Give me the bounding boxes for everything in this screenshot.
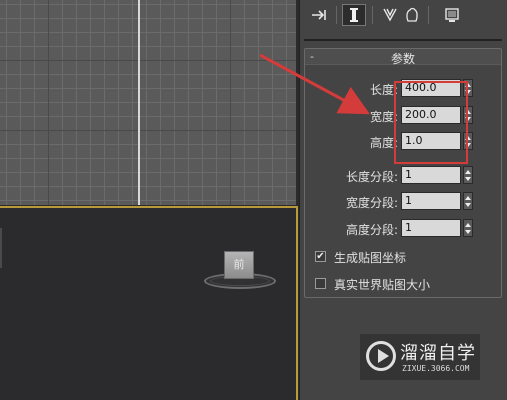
real-world-map-size-checkbox[interactable] xyxy=(315,278,326,289)
length-segs-input[interactable]: 1 xyxy=(401,166,461,184)
width-segs-spinner[interactable] xyxy=(463,192,473,210)
viewport-edge xyxy=(0,228,2,268)
viewcube[interactable]: 前 xyxy=(200,245,290,295)
spinner-up-icon[interactable] xyxy=(465,196,471,200)
grid-major-line xyxy=(230,0,231,205)
spinner-down-icon[interactable] xyxy=(465,177,471,181)
height-segs-spinner[interactable] xyxy=(463,219,473,237)
modify-icon[interactable] xyxy=(342,4,366,26)
spinner-up-icon[interactable] xyxy=(465,170,471,174)
generate-mapping-coords-checkbox[interactable]: ✔ xyxy=(315,251,326,262)
height-segs-label: 高度分段: xyxy=(345,223,398,237)
perspective-viewport[interactable]: 前 xyxy=(0,206,298,400)
toolbar-separator xyxy=(428,6,429,24)
width-segs-label: 宽度分段: xyxy=(345,196,398,210)
toolbar-separator xyxy=(336,6,337,24)
generate-mapping-coords-option[interactable]: ✔ 生成贴图坐标 xyxy=(315,249,505,265)
grid-major-line xyxy=(0,130,296,131)
grid-major-line xyxy=(48,0,49,205)
annotation-arrow xyxy=(259,53,370,115)
real-world-map-size-label: 真实世界贴图大小 xyxy=(334,278,431,292)
motion-icon[interactable] xyxy=(400,4,424,26)
length-segs-label: 长度分段: xyxy=(345,170,398,184)
length-segs-spinner[interactable] xyxy=(463,166,473,184)
hierarchy-icon[interactable] xyxy=(378,4,402,26)
watermark: 溜溜自学 ZIXUE.3066.COM xyxy=(360,334,480,380)
generate-mapping-coords-label: 生成贴图坐标 xyxy=(334,251,407,265)
param-row-length-segs: 长度分段: 1 xyxy=(305,166,501,186)
height-segs-input[interactable]: 1 xyxy=(401,219,461,237)
spinner-down-icon[interactable] xyxy=(465,203,471,207)
annotation-highlight-box xyxy=(394,81,468,164)
viewcube-front-face[interactable]: 前 xyxy=(224,251,254,279)
watermark-url: ZIXUE.3066.COM xyxy=(402,364,470,373)
create-icon[interactable] xyxy=(308,4,332,26)
spinner-up-icon[interactable] xyxy=(465,223,471,227)
watermark-title: 溜溜自学 xyxy=(400,343,476,364)
display-icon[interactable] xyxy=(440,4,464,26)
panel-divider xyxy=(304,39,502,41)
width-segs-input[interactable]: 1 xyxy=(401,192,461,210)
play-logo-icon xyxy=(366,341,396,371)
world-axis-line xyxy=(138,0,140,205)
toolbar-separator xyxy=(372,6,373,24)
command-panel-tabs xyxy=(300,0,507,32)
real-world-map-size-option[interactable]: 真实世界贴图大小 xyxy=(315,276,505,292)
spinner-down-icon[interactable] xyxy=(465,230,471,234)
param-row-width-segs: 宽度分段: 1 xyxy=(305,192,501,212)
param-row-height-segs: 高度分段: 1 xyxy=(305,219,501,239)
